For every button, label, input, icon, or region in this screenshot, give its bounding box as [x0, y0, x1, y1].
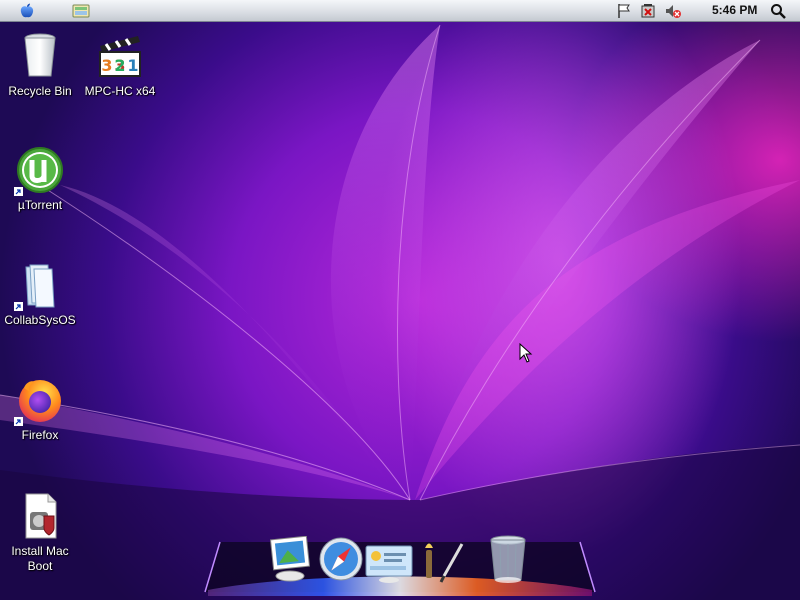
battery-icon[interactable] [640, 3, 658, 19]
volume-muted-icon[interactable] [664, 3, 682, 19]
desktop-icon-label: µTorrent [17, 198, 63, 212]
firefox-icon [19, 380, 61, 422]
safari-icon[interactable] [318, 536, 364, 582]
mpc-hc-icon: 3 3 2 1 [99, 36, 141, 77]
shortcut-arrow-icon [14, 302, 23, 311]
svg-text:2: 2 [114, 56, 125, 75]
apple-icon[interactable] [18, 3, 36, 19]
menu-bar: 5:46 PM [0, 0, 800, 22]
shortcut-arrow-icon [14, 187, 23, 196]
desktop-icon-label: Firefox [21, 428, 59, 442]
desktop-icon-label: Recycle Bin [8, 84, 72, 98]
desktop-icon-utorrent[interactable]: µTorrent [0, 146, 85, 213]
desktop-icon-label: CollabSysOS [4, 313, 76, 327]
folder-icon [25, 264, 55, 308]
installer-icon [25, 493, 57, 539]
menubar-clock[interactable]: 5:46 PM [712, 3, 757, 17]
svg-text:3: 3 [101, 56, 112, 75]
flag-icon[interactable] [616, 3, 632, 19]
shortcut-arrow-icon [14, 417, 23, 426]
recycle-bin-icon [24, 33, 56, 77]
desktop-icon-label: MPC-HC x64 [84, 84, 156, 98]
system-info-icon[interactable] [364, 544, 414, 584]
brush-icon[interactable] [418, 542, 466, 586]
desktop-icon-firefox[interactable]: Firefox [0, 376, 85, 443]
svg-text:1: 1 [127, 56, 138, 75]
preview-icon[interactable] [268, 536, 312, 584]
mouse-cursor [519, 343, 533, 363]
finder-icon[interactable] [72, 3, 90, 19]
spotlight-search-icon[interactable] [770, 3, 786, 19]
desktop-icon-mpc-hc[interactable]: 3 3 2 1 MPC-HC x64 [75, 32, 165, 99]
utorrent-icon [17, 147, 63, 193]
desktop-icon-collabsysos[interactable]: CollabSysOS [0, 261, 85, 328]
trash-icon[interactable] [488, 534, 528, 586]
desktop-icon-recycle-bin[interactable]: Recycle Bin [0, 32, 85, 99]
dock [200, 532, 600, 600]
desktop-icon-label: Install Mac Boot [11, 544, 69, 573]
desktop-icon-install-mac-boot[interactable]: Install Mac Boot [0, 492, 85, 574]
